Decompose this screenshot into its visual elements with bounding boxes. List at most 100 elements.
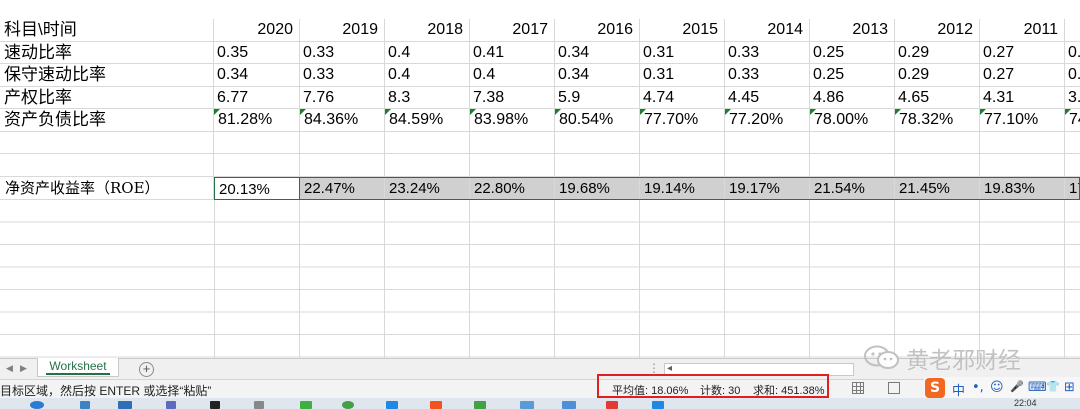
roe-cell[interactable]: 19.17% bbox=[725, 177, 810, 200]
data-cell[interactable]: 5.9 bbox=[555, 86, 640, 109]
empty-cell[interactable] bbox=[385, 154, 470, 177]
app-icon[interactable] bbox=[386, 401, 398, 409]
scroll-left-icon[interactable]: ◂ bbox=[667, 363, 672, 374]
empty-cell[interactable] bbox=[980, 131, 1065, 154]
year-cell[interactable]: 2012 bbox=[895, 19, 980, 42]
status-count[interactable]: 计数: 30 bbox=[700, 382, 740, 398]
empty-cell[interactable] bbox=[640, 131, 725, 154]
skin-icon[interactable]: 👕 bbox=[1046, 380, 1060, 393]
empty-cell[interactable] bbox=[810, 131, 895, 154]
empty-cell[interactable] bbox=[725, 131, 810, 154]
prev-sheet-icon[interactable]: ◀ bbox=[6, 363, 13, 374]
data-cell[interactable]: 4.65 bbox=[895, 86, 980, 109]
empty-cell[interactable] bbox=[470, 154, 555, 177]
empty-cell[interactable] bbox=[810, 154, 895, 177]
data-cell[interactable]: 0.34 bbox=[555, 64, 640, 87]
keyboard-icon[interactable]: ⌨ bbox=[1028, 380, 1047, 395]
app-icon[interactable] bbox=[562, 401, 576, 409]
data-cell[interactable]: 78.00% bbox=[810, 109, 895, 132]
year-cell[interactable]: 2014 bbox=[725, 19, 810, 42]
row-label[interactable]: 速动比率 bbox=[0, 41, 214, 64]
empty-cell[interactable] bbox=[300, 154, 385, 177]
next-sheet-icon[interactable]: ▶ bbox=[20, 363, 27, 374]
data-cell[interactable]: 81.28% bbox=[214, 109, 300, 132]
data-cell[interactable]: 0.4 bbox=[385, 64, 470, 87]
data-cell[interactable]: 74 bbox=[1065, 109, 1080, 132]
year-cell[interactable]: 2015 bbox=[640, 19, 725, 42]
roe-cell[interactable]: 17 bbox=[1065, 177, 1080, 200]
data-cell[interactable]: 0.41 bbox=[470, 41, 555, 64]
data-cell[interactable]: 0.27 bbox=[980, 41, 1065, 64]
data-cell[interactable]: 84.59% bbox=[385, 109, 470, 132]
data-cell[interactable]: 0.33 bbox=[725, 64, 810, 87]
empty-cell[interactable] bbox=[980, 154, 1065, 177]
roe-cell[interactable]: 23.24% bbox=[385, 177, 470, 200]
roe-cell[interactable]: 21.54% bbox=[810, 177, 895, 200]
empty-cell[interactable] bbox=[470, 131, 555, 154]
app-icon[interactable] bbox=[652, 401, 664, 409]
roe-cell[interactable]: 21.45% bbox=[895, 177, 980, 200]
app-icon[interactable] bbox=[342, 401, 354, 409]
year-cell[interactable]: 2019 bbox=[300, 19, 385, 42]
row-label[interactable]: 产权比率 bbox=[0, 86, 214, 109]
status-average[interactable]: 平均值: 18.06% bbox=[612, 382, 688, 398]
data-cell[interactable]: 77.70% bbox=[640, 109, 725, 132]
tab-worksheet[interactable]: Worksheet bbox=[37, 358, 119, 377]
data-cell[interactable]: 0.33 bbox=[300, 64, 385, 87]
spreadsheet-grid[interactable]: 科目\时间 2020 2019 2018 2017 2016 2015 2014… bbox=[0, 0, 1080, 358]
year-cell[interactable]: 2017 bbox=[470, 19, 555, 42]
add-sheet-button[interactable]: + bbox=[139, 362, 154, 377]
data-cell[interactable]: 0. bbox=[1065, 42, 1080, 64]
data-cell[interactable]: 80.54% bbox=[555, 109, 640, 132]
status-sum[interactable]: 求和: 451.38% bbox=[753, 382, 825, 398]
empty-cell[interactable] bbox=[895, 131, 980, 154]
empty-cell[interactable] bbox=[214, 131, 300, 154]
empty-cell[interactable] bbox=[0, 131, 214, 154]
empty-cell[interactable] bbox=[725, 154, 810, 177]
app-icon[interactable] bbox=[300, 401, 312, 409]
data-cell[interactable]: 0.4 bbox=[385, 41, 470, 64]
app-icon[interactable] bbox=[430, 401, 442, 409]
punctuation-icon[interactable]: •, bbox=[972, 380, 984, 395]
empty-cell[interactable] bbox=[640, 154, 725, 177]
data-cell[interactable]: 7.76 bbox=[300, 86, 385, 109]
data-cell[interactable]: 0.27 bbox=[980, 64, 1065, 87]
data-cell[interactable]: 0.29 bbox=[895, 64, 980, 87]
page-layout-icon[interactable] bbox=[888, 382, 900, 394]
data-cell[interactable]: 78.32% bbox=[895, 109, 980, 132]
year-cell[interactable]: 2013 bbox=[810, 19, 895, 42]
data-cell[interactable]: 0.25 bbox=[810, 41, 895, 64]
data-cell[interactable]: 77.10% bbox=[980, 109, 1065, 132]
start-icon[interactable] bbox=[30, 401, 44, 409]
empty-cell[interactable] bbox=[385, 131, 470, 154]
empty-cell[interactable] bbox=[895, 154, 980, 177]
data-cell[interactable]: 0.33 bbox=[725, 41, 810, 64]
data-cell[interactable]: 0.25 bbox=[810, 64, 895, 87]
empty-cell[interactable] bbox=[214, 154, 300, 177]
app-icon[interactable] bbox=[520, 401, 534, 409]
empty-cell[interactable] bbox=[1065, 132, 1080, 154]
header-label-cell[interactable]: 科目\时间 bbox=[0, 19, 214, 42]
roe-cell[interactable]: 19.68% bbox=[555, 177, 640, 200]
year-cell[interactable]: 2018 bbox=[385, 19, 470, 42]
roe-label[interactable]: 净资产收益率（ROE） bbox=[0, 177, 214, 200]
empty-cell[interactable] bbox=[555, 131, 640, 154]
roe-cell[interactable]: 22.80% bbox=[470, 177, 555, 200]
empty-cell[interactable] bbox=[0, 154, 214, 177]
empty-cell[interactable] bbox=[1065, 154, 1080, 177]
data-cell[interactable]: 0.34 bbox=[214, 64, 300, 87]
row-label[interactable]: 资产负债比率 bbox=[0, 109, 214, 132]
data-cell[interactable]: 0. bbox=[1065, 64, 1080, 87]
data-cell[interactable]: 8.3 bbox=[385, 86, 470, 109]
roe-cell[interactable]: 19.14% bbox=[640, 177, 725, 200]
data-cell[interactable]: 4.31 bbox=[980, 86, 1065, 109]
roe-cell[interactable]: 22.47% bbox=[300, 177, 385, 200]
app-icon[interactable] bbox=[474, 401, 486, 409]
year-cell[interactable]: 2016 bbox=[555, 19, 640, 42]
app-icon[interactable] bbox=[118, 401, 132, 409]
app-icon[interactable] bbox=[166, 401, 176, 409]
data-cell[interactable]: 4.45 bbox=[725, 86, 810, 109]
data-cell[interactable]: 0.31 bbox=[640, 41, 725, 64]
app-icon[interactable] bbox=[80, 401, 90, 409]
roe-cell-active[interactable]: 20.13% bbox=[214, 177, 300, 200]
